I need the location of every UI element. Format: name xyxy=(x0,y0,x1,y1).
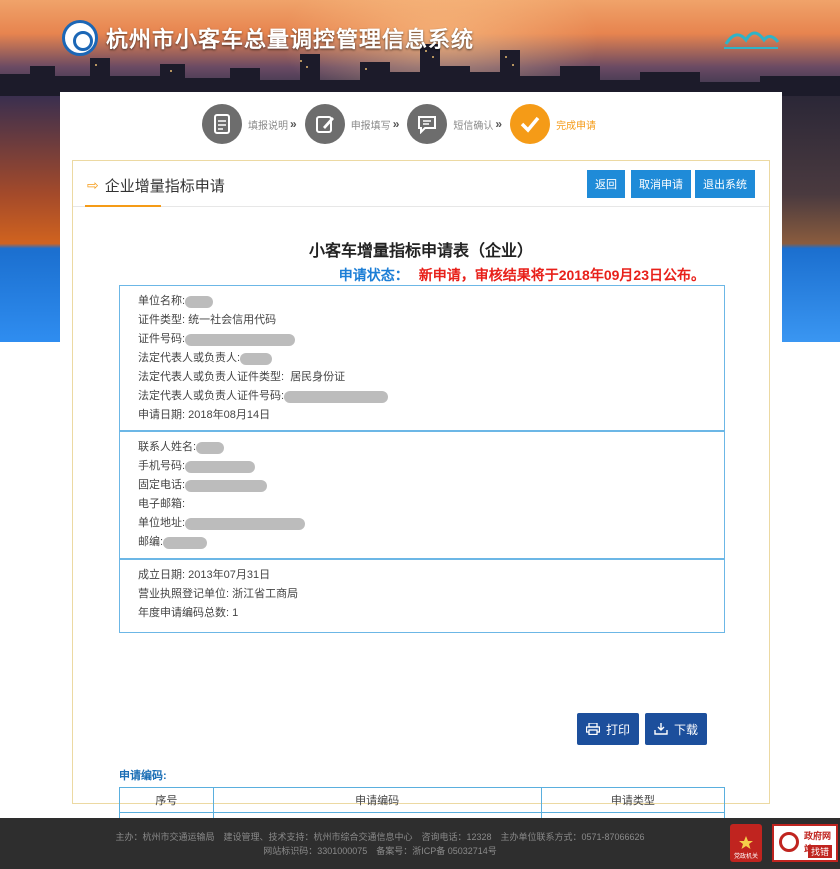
background-right xyxy=(782,96,840,342)
application-code-label: 申请编码: xyxy=(119,770,167,782)
form-title: 小客车增量指标申请表（企业） xyxy=(308,243,533,260)
card-title-text: 企业增量指标申请 xyxy=(104,178,225,195)
print-button[interactable]: 打印 xyxy=(577,713,639,745)
magnifier-icon xyxy=(779,832,799,852)
party-government-badge[interactable]: 党政机关 xyxy=(730,824,762,862)
company-info-section: 单位名称: 证件类型: 统一社会信用代码 证件号码: 法定代表人或负责人: 法定… xyxy=(119,285,725,431)
gov-website-error-report[interactable]: 政府网站 找错 xyxy=(772,824,838,862)
redacted-value xyxy=(163,536,208,549)
step-label: 短信确认 xyxy=(453,120,494,132)
chevron-right-icon: » xyxy=(392,117,400,131)
page-footer: 主办：杭州市交通运输局 建设管理、技术支持：杭州市综合交通信息中心 咨询电话：1… xyxy=(0,818,840,869)
edit-icon xyxy=(304,104,345,144)
status-label: 申请状态： xyxy=(338,267,409,283)
info-row-phone: 固定电话: xyxy=(120,476,724,495)
gov-badge-action: 找错 xyxy=(808,845,833,858)
redacted-value xyxy=(240,352,273,365)
card-title: ⇨ 企业增量指标申请 xyxy=(87,175,225,196)
hangzhou-emblem-icon xyxy=(724,31,780,49)
info-row-id-type: 证件类型: 统一社会信用代码 xyxy=(138,314,277,326)
step-label: 填报说明 xyxy=(248,120,288,132)
column-header: 申请编码 xyxy=(212,787,542,813)
info-row-company-name: 单位名称: xyxy=(120,292,724,311)
redacted-value xyxy=(196,441,225,454)
info-row-mobile: 手机号码: xyxy=(120,457,724,476)
redacted-value xyxy=(185,479,268,492)
card-header: ⇨ 企业增量指标申请 返回 取消申请 退出系统 xyxy=(73,161,769,207)
chevron-right-icon: » xyxy=(495,117,503,131)
background-left xyxy=(0,96,62,342)
info-row-founded-date: 成立日期: 2013年07月31日 xyxy=(138,569,271,581)
table-header-row: 序号 申请编码 申请类型 xyxy=(119,787,726,813)
download-button[interactable]: 下载 xyxy=(645,713,707,745)
checkmark-icon xyxy=(510,104,551,144)
info-row-address: 单位地址: xyxy=(120,514,724,533)
redacted-value xyxy=(185,295,214,308)
redacted-value xyxy=(185,333,296,346)
footer-registration-text: 网站标识码：3301000075 备案号：浙ICP备 05032714号 xyxy=(263,846,497,856)
printer-icon xyxy=(585,723,600,735)
title-underline xyxy=(85,205,161,207)
info-row-email: 电子邮箱: xyxy=(138,498,186,510)
chevron-right-icon: » xyxy=(290,117,297,131)
badge-label: 党政机关 xyxy=(733,854,758,860)
cancel-application-button[interactable]: 取消申请 xyxy=(631,170,691,198)
exit-system-button[interactable]: 退出系统 xyxy=(695,170,755,198)
info-row-legal-rep-id-number: 法定代表人或负责人证件号码: xyxy=(120,387,724,406)
registration-info-section: 成立日期: 2013年07月31日 营业执照登记单位: 浙江省工商局 年度申请编… xyxy=(119,559,725,633)
info-row-contact-name: 联系人姓名: xyxy=(120,438,724,457)
column-header: 申请类型 xyxy=(540,787,726,813)
progress-steps: 填报说明 » 申报填写 » 短信确认 » 完成申请 xyxy=(202,104,604,144)
application-card: ⇨ 企业增量指标申请 返回 取消申请 退出系统 小客车增量指标申请表（企业） 申… xyxy=(72,160,770,838)
redacted-value xyxy=(284,390,389,403)
application-status: 申请状态： 新申请，审核结果将于2018年09月23日公布。 xyxy=(339,265,705,285)
info-row-legal-rep: 法定代表人或负责人: xyxy=(120,349,724,368)
step-complete: 完成申请 xyxy=(510,104,596,144)
step-sms-confirm: 短信确认 » xyxy=(407,104,502,144)
site-title: 杭州市小客车总量调控管理信息系统 xyxy=(106,27,475,52)
header-banner: 杭州市小客车总量调控管理信息系统 xyxy=(0,0,840,96)
document-icon xyxy=(202,104,242,144)
site-logo: 杭州市小客车总量调控管理信息系统 xyxy=(62,20,474,56)
print-label: 打印 xyxy=(605,722,630,737)
step-label: 申报填写 xyxy=(350,120,391,132)
footer-sponsor-text: 主办：杭州市交通运输局 建设管理、技术支持：杭州市综合交通信息中心 咨询电话：1… xyxy=(115,832,645,842)
status-text: 新申请，审核结果将于2018年09月23日公布。 xyxy=(418,267,705,283)
main-panel: 填报说明 » 申报填写 » 短信确认 » 完成申请 ⇨ 企业增量指标申请 返回 … xyxy=(60,92,782,838)
redacted-value xyxy=(185,517,306,530)
column-header: 序号 xyxy=(119,787,214,813)
step-label: 完成申请 xyxy=(556,120,597,132)
info-row-apply-date: 申请日期: 2018年08月14日 xyxy=(138,409,271,421)
arrow-right-icon: ⇨ xyxy=(87,177,99,193)
step-fill-form: 申报填写 » xyxy=(304,104,400,144)
download-icon xyxy=(654,723,668,735)
redacted-value xyxy=(185,460,256,473)
back-button[interactable]: 返回 xyxy=(587,170,625,198)
message-icon xyxy=(407,104,448,144)
info-row-id-number: 证件号码: xyxy=(120,330,724,349)
step-instructions: 填报说明 » xyxy=(202,104,297,144)
info-row-code-count: 年度申请编码总数: 1 xyxy=(138,607,239,619)
info-row-legal-rep-id-type: 法定代表人或负责人证件类型: 居民身份证 xyxy=(138,371,346,383)
contact-info-section: 联系人姓名: 手机号码: 固定电话: 电子邮箱: 单位地址: 邮编: xyxy=(119,431,725,559)
star-icon xyxy=(739,836,753,849)
info-row-registry: 营业执照登记单位: 浙江省工商局 xyxy=(138,588,299,600)
info-row-postcode: 邮编: xyxy=(120,533,724,552)
logo-icon xyxy=(62,20,98,56)
download-label: 下载 xyxy=(673,722,698,737)
